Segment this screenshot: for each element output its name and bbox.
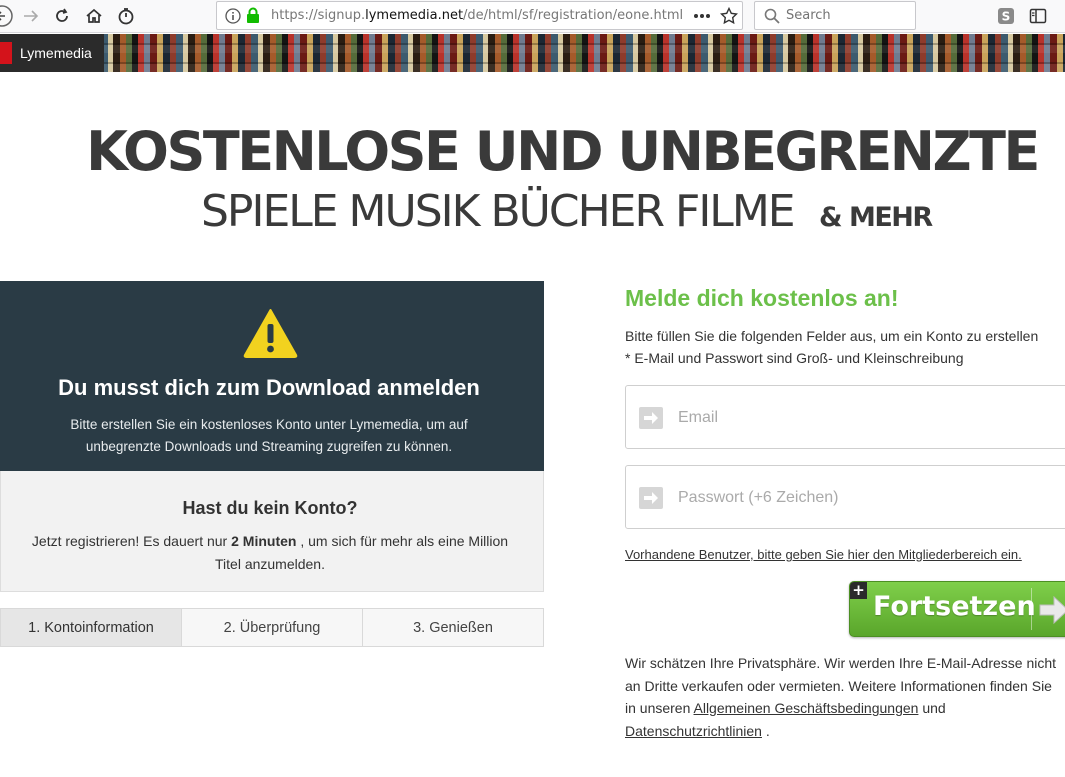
brand-logo — [0, 42, 12, 64]
brand[interactable]: Lymemedia — [0, 34, 104, 72]
password-field[interactable] — [625, 465, 1065, 529]
headline-main: KOSTENLOSE UND UNBEGRENZTE — [86, 120, 1040, 183]
signup-instructions-line1: Bitte füllen Sie die folgenden Felder au… — [625, 328, 1039, 344]
poster-banner: Lymemedia — [0, 34, 1065, 72]
headline-sub: SPIELE MUSIK BÜCHER FILME — [201, 186, 796, 237]
pocket-icon — [118, 8, 134, 25]
reload-icon — [56, 8, 68, 22]
extension-s-icon: S — [998, 8, 1014, 24]
arrow-right-icon — [1039, 596, 1065, 624]
terms-link[interactable]: Allgemeinen Geschäftsbedingungen — [694, 700, 919, 716]
continue-label: Fortsetzen — [873, 591, 1036, 622]
extension-button[interactable] — [114, 4, 138, 28]
download-notice: Du musst dich zum Download anmelden Bitt… — [0, 281, 544, 471]
signup-title: Melde dich kostenlos an! — [625, 285, 899, 311]
address-bar[interactable]: https://signup.lymemedia.net/de/html/sf/… — [216, 1, 743, 30]
brand-name: Lymemedia — [20, 45, 92, 61]
step-account-info: 1. Kontoinformation — [1, 609, 181, 646]
plus-icon: + — [850, 582, 867, 599]
home-button[interactable] — [82, 4, 106, 28]
more-actions-icon[interactable] — [693, 13, 711, 19]
signup-instructions: Bitte füllen Sie die folgenden Felder au… — [625, 325, 1065, 369]
reload-button[interactable] — [50, 4, 74, 28]
sidebar-icon — [1029, 8, 1047, 24]
privacy-notice: Wir schätzen Ihre Privatsphäre. Wir werd… — [625, 655, 1057, 739]
browser-toolbar: https://signup.lymemedia.net/de/html/sf/… — [0, 0, 1065, 33]
forward-button[interactable] — [19, 4, 43, 28]
signup-instructions-line2: * E-Mail und Passwort sind Groß- und Kle… — [625, 350, 964, 366]
back-icon — [0, 5, 13, 27]
warning-icon — [243, 309, 298, 358]
continue-button[interactable]: + Fortsetzen — [849, 581, 1065, 637]
bookmark-star-icon[interactable] — [720, 7, 738, 25]
info-icon[interactable] — [225, 8, 241, 24]
no-account-title: Hast du kein Konto? — [182, 498, 358, 518]
url-text: https://signup.lymemedia.net/de/html/sf/… — [271, 8, 684, 23]
sidebar-button[interactable] — [1026, 4, 1050, 28]
home-icon — [86, 8, 102, 23]
arrow-right-icon — [639, 487, 663, 509]
registration-steps: 1. Kontoinformation 2. Überprüfung 3. Ge… — [0, 608, 544, 647]
email-field[interactable] — [625, 385, 1065, 449]
members-area-link[interactable]: Vorhandene Benutzer, bitte geben Sie hie… — [625, 547, 1022, 562]
button-divider — [1031, 588, 1032, 630]
lock-icon — [247, 7, 259, 23]
no-account-text: Jetzt registrieren! Es dauert nur 2 Minu… — [31, 533, 509, 572]
back-button[interactable] — [0, 4, 14, 28]
step-verification: 2. Überprüfung — [181, 609, 362, 646]
notice-title: Du musst dich zum Download anmelden — [58, 375, 480, 400]
search-icon — [764, 8, 780, 24]
svg-text:S: S — [1002, 10, 1011, 24]
arrow-right-icon — [639, 407, 663, 429]
extension-s-button[interactable]: S — [994, 4, 1018, 28]
headline-more: & MEHR — [819, 202, 933, 233]
forward-icon — [24, 10, 39, 22]
search-placeholder: Search — [786, 8, 831, 23]
email-input[interactable] — [678, 402, 1058, 434]
password-input[interactable] — [678, 482, 1058, 514]
privacy-policy-link[interactable]: Datenschutzrichtlinien — [625, 723, 762, 739]
notice-text: Bitte erstellen Sie ein kostenloses Kont… — [70, 417, 468, 454]
search-bar[interactable]: Search — [754, 1, 916, 30]
step-enjoy: 3. Genießen — [362, 609, 543, 646]
no-account-box: Hast du kein Konto? Jetzt registrieren! … — [0, 471, 544, 592]
